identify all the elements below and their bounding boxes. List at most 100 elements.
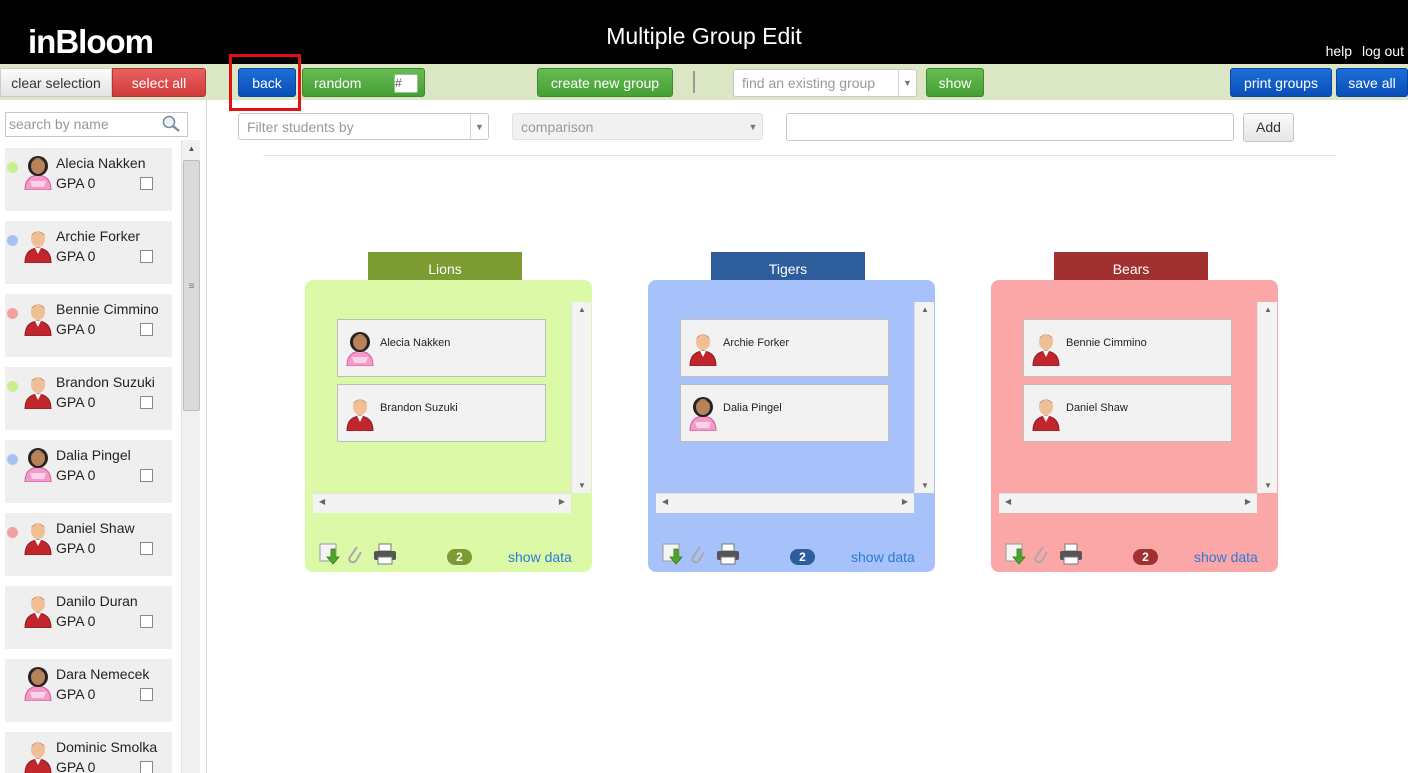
- group-member-card[interactable]: Bennie Cimmino: [1023, 319, 1232, 377]
- printer-icon[interactable]: [373, 543, 396, 565]
- student-avatar-icon: [22, 519, 54, 556]
- find-group-select[interactable]: find an existing group ▼: [733, 69, 917, 97]
- student-checkbox[interactable]: [140, 396, 153, 409]
- logout-link[interactable]: log out: [1362, 43, 1404, 59]
- scroll-up-arrow[interactable]: ▲: [182, 140, 201, 157]
- comparison-select[interactable]: comparison ▼: [512, 113, 763, 140]
- student-card[interactable]: Daniel Shaw GPA 0: [5, 513, 172, 576]
- group-member-card[interactable]: Alecia Nakken: [337, 319, 546, 377]
- download-icon[interactable]: [662, 543, 683, 565]
- student-checkbox[interactable]: [140, 615, 153, 628]
- help-link[interactable]: help: [1326, 43, 1352, 59]
- student-card[interactable]: Alecia Nakken GPA 0: [5, 148, 172, 211]
- student-avatar-icon: [22, 738, 54, 773]
- scroll-up-arrow[interactable]: ▲: [915, 305, 935, 314]
- student-name: Danilo Duran: [56, 593, 138, 609]
- find-group-placeholder: find an existing group: [742, 75, 876, 91]
- student-name: Archie Forker: [56, 228, 141, 244]
- student-avatar-icon: [22, 665, 54, 702]
- toolbar: clear selection select all back random #…: [0, 64, 1408, 100]
- download-icon[interactable]: [1005, 543, 1026, 565]
- group-member-card[interactable]: Brandon Suzuki: [337, 384, 546, 442]
- student-name: Alecia Nakken: [56, 155, 146, 171]
- clear-selection-button[interactable]: clear selection: [0, 68, 112, 97]
- student-card[interactable]: Dominic Smolka GPA 0: [5, 732, 172, 773]
- printer-icon[interactable]: [1059, 543, 1082, 565]
- random-count-input[interactable]: #: [394, 74, 418, 93]
- group-color-dot: [7, 235, 18, 246]
- group-color-dot: [7, 381, 18, 392]
- student-checkbox[interactable]: [140, 469, 153, 482]
- scroll-down-arrow[interactable]: ▼: [915, 481, 935, 490]
- member-avatar-icon: [344, 395, 376, 432]
- student-card[interactable]: Dara Nemecek GPA 0: [5, 659, 172, 722]
- show-data-link[interactable]: show data: [508, 549, 572, 565]
- student-checkbox[interactable]: [140, 177, 153, 190]
- attachment-icon[interactable]: [688, 543, 708, 564]
- student-name: Dalia Pingel: [56, 447, 131, 463]
- show-data-link[interactable]: show data: [1194, 549, 1258, 565]
- student-checkbox[interactable]: [140, 323, 153, 336]
- scroll-left-arrow[interactable]: ◀: [1005, 497, 1011, 506]
- group-vertical-scrollbar[interactable]: ▲ ▼: [914, 302, 934, 493]
- scroll-right-arrow[interactable]: ▶: [1245, 497, 1251, 506]
- student-card[interactable]: Dalia Pingel GPA 0: [5, 440, 172, 503]
- group-footer: 2 show data: [1005, 543, 1270, 565]
- group-horizontal-scrollbar[interactable]: ◀ ▶: [656, 493, 914, 513]
- filter-value-input[interactable]: [786, 113, 1234, 141]
- member-name: Alecia Nakken: [380, 337, 451, 349]
- scroll-up-arrow[interactable]: ▲: [1258, 305, 1278, 314]
- scroll-left-arrow[interactable]: ◀: [662, 497, 668, 506]
- group-color-dot: [7, 454, 18, 465]
- save-all-button[interactable]: save all: [1336, 68, 1408, 97]
- toolbar-divider: [693, 71, 695, 93]
- student-checkbox[interactable]: [140, 542, 153, 555]
- group-vertical-scrollbar[interactable]: ▲ ▼: [571, 302, 591, 493]
- scroll-up-arrow[interactable]: ▲: [572, 305, 592, 314]
- scroll-right-arrow[interactable]: ▶: [559, 497, 565, 506]
- add-filter-button[interactable]: Add: [1243, 113, 1294, 142]
- printer-icon[interactable]: [716, 543, 739, 565]
- print-groups-button[interactable]: print groups: [1230, 68, 1332, 97]
- group-member-card[interactable]: Dalia Pingel: [680, 384, 889, 442]
- student-checkbox[interactable]: [140, 688, 153, 701]
- group-vertical-scrollbar[interactable]: ▲ ▼: [1257, 302, 1277, 493]
- attachment-icon[interactable]: [345, 543, 365, 564]
- sidebar-scrollbar[interactable]: ▲ ≡: [181, 140, 200, 773]
- show-button[interactable]: show: [926, 68, 984, 97]
- student-card[interactable]: Archie Forker GPA 0: [5, 221, 172, 284]
- scroll-left-arrow[interactable]: ◀: [319, 497, 325, 506]
- student-card[interactable]: Brandon Suzuki GPA 0: [5, 367, 172, 430]
- student-avatar-icon: [22, 373, 54, 410]
- scroll-right-arrow[interactable]: ▶: [902, 497, 908, 506]
- group-horizontal-scrollbar[interactable]: ◀ ▶: [999, 493, 1257, 513]
- member-name: Daniel Shaw: [1066, 402, 1128, 414]
- student-card[interactable]: Danilo Duran GPA 0: [5, 586, 172, 649]
- random-button[interactable]: random #: [302, 68, 425, 97]
- filter-students-select[interactable]: Filter students by ▼: [238, 113, 489, 140]
- group-box: Alecia Nakken Brandon Suzuki ▲ ▼ ◀ ▶ 2 show dat…: [305, 280, 592, 572]
- student-checkbox[interactable]: [140, 250, 153, 263]
- student-checkbox[interactable]: [140, 761, 153, 773]
- scroll-down-arrow[interactable]: ▼: [1258, 481, 1278, 490]
- select-all-button[interactable]: select all: [112, 68, 206, 97]
- search-input[interactable]: search by name: [5, 112, 188, 137]
- member-count-badge: 2: [790, 549, 815, 565]
- group-horizontal-scrollbar[interactable]: ◀ ▶: [313, 493, 571, 513]
- create-new-group-button[interactable]: create new group: [537, 68, 673, 97]
- group-member-list: Alecia Nakken Brandon Suzuki: [313, 303, 571, 493]
- group-member-card[interactable]: Daniel Shaw: [1023, 384, 1232, 442]
- show-data-link[interactable]: show data: [851, 549, 915, 565]
- student-name: Brandon Suzuki: [56, 374, 155, 390]
- attachment-icon[interactable]: [1031, 543, 1051, 564]
- group-member-card[interactable]: Archie Forker: [680, 319, 889, 377]
- student-card[interactable]: Bennie Cimmino GPA 0: [5, 294, 172, 357]
- student-name: Dominic Smolka: [56, 739, 158, 755]
- scroll-thumb[interactable]: ≡: [183, 160, 200, 411]
- student-gpa: GPA 0: [56, 686, 96, 702]
- download-icon[interactable]: [319, 543, 340, 565]
- comparison-placeholder: comparison: [521, 119, 594, 135]
- search-icon[interactable]: [161, 115, 181, 140]
- scroll-down-arrow[interactable]: ▼: [572, 481, 592, 490]
- divider-line: [263, 155, 1336, 156]
